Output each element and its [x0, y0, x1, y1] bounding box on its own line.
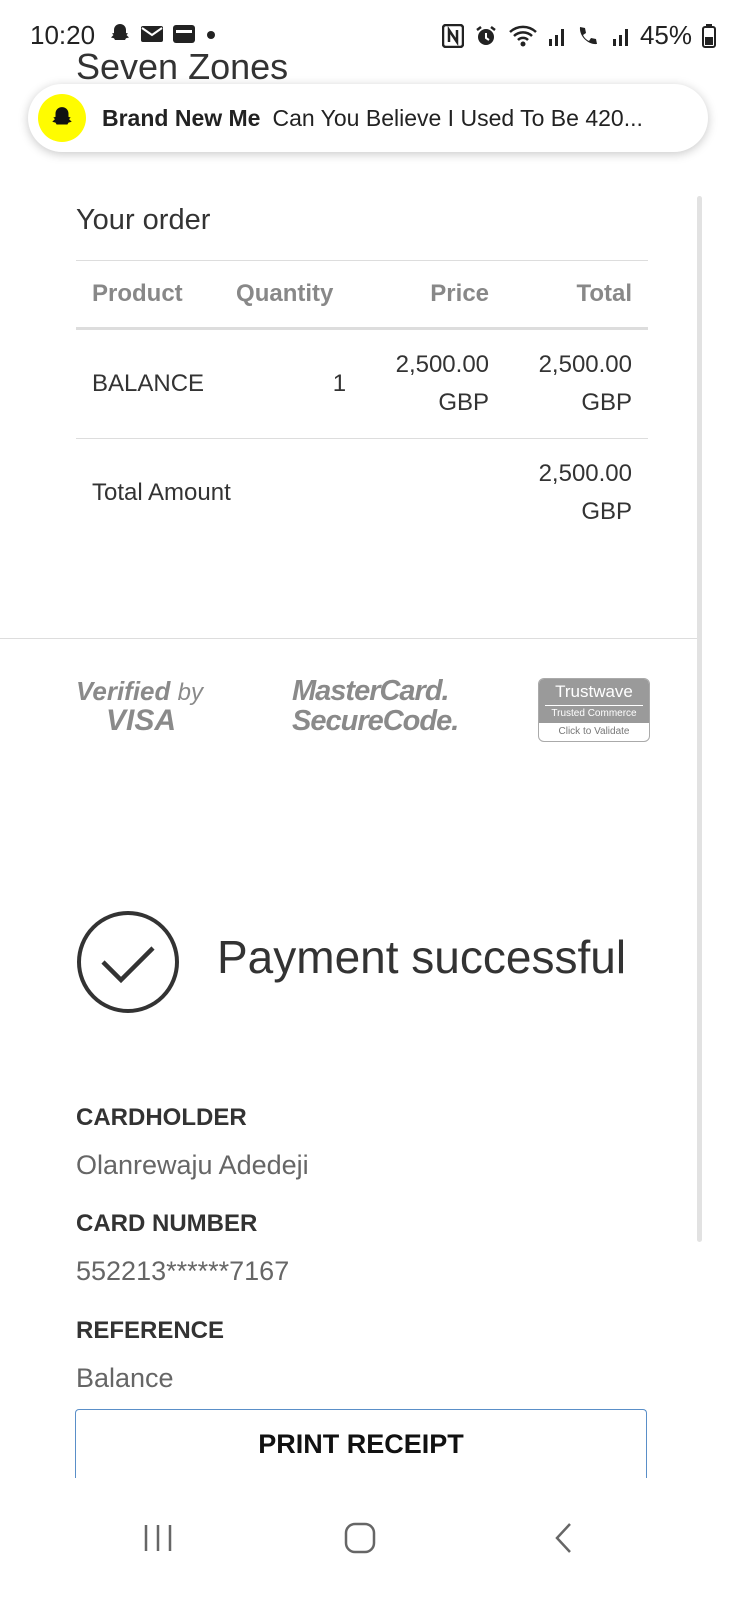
- site-title: Seven Zones: [76, 46, 289, 87]
- cardholder-value: Olanrewaju Adedeji: [76, 1150, 309, 1180]
- recents-icon[interactable]: [128, 1508, 188, 1568]
- alarm-icon: [474, 24, 498, 48]
- card-number-label: CARD NUMBER: [76, 1210, 258, 1237]
- total-amount-row: Total Amount 2,500.00 GBP: [76, 439, 648, 548]
- cardholder-label: CARDHOLDER: [76, 1104, 247, 1131]
- product-cell: BALANCE: [76, 328, 221, 439]
- print-receipt-button[interactable]: PRINT RECEIPT: [75, 1409, 647, 1489]
- total-amount-value: 2,500.00 GBP: [538, 460, 632, 525]
- column-header-product: Product: [76, 260, 221, 330]
- nfc-icon: [441, 23, 464, 48]
- order-heading: Your order: [76, 204, 211, 236]
- call-signal-icon: [576, 24, 602, 48]
- dot-icon: [204, 27, 218, 41]
- mail-icon: [140, 24, 164, 44]
- mastercard-securecode-logo: MasterCard. SecureCode.: [292, 675, 459, 737]
- battery-icon: [702, 23, 716, 48]
- total-amount-label: Total Amount: [92, 479, 231, 506]
- reference-label: REFERENCE: [76, 1317, 225, 1344]
- wifi-icon: [508, 24, 538, 48]
- home-icon[interactable]: [330, 1508, 390, 1568]
- reference-value: Balance: [76, 1363, 174, 1393]
- wallet-icon: [172, 23, 196, 45]
- total-cell: 2,500.00 GBP: [505, 328, 648, 439]
- signal-icon: [612, 25, 630, 47]
- order-table: Product Quantity Price Total BALANCE 1 2…: [76, 260, 648, 547]
- trustwave-name: Trustwave: [555, 682, 633, 701]
- notification-text: Can You Believe I Used To Be 420...: [272, 104, 643, 131]
- payment-status: Payment successful: [217, 931, 627, 983]
- column-header-total: Total: [505, 260, 648, 330]
- notification-title: Brand New Me: [102, 104, 261, 131]
- trustwave-subtitle: Trusted Commerce: [545, 705, 643, 719]
- trustwave-seal[interactable]: Trustwave Trusted Commerce Click to Vali…: [538, 678, 650, 742]
- table-row: BALANCE 1 2,500.00 GBP 2,500.00 GBP: [76, 328, 648, 439]
- price-cell: 2,500.00 GBP: [362, 328, 506, 439]
- back-icon[interactable]: [534, 1508, 594, 1568]
- snapchat-app-icon: [38, 94, 86, 142]
- heads-up-notification[interactable]: Brand New Me Can You Believe I Used To B…: [28, 84, 708, 152]
- navigation-bar: [0, 1478, 738, 1600]
- column-header-price: Price: [362, 260, 506, 330]
- battery-level: 45%: [639, 20, 692, 50]
- table-header-row: Product Quantity Price Total: [76, 260, 648, 330]
- signal-icon: [548, 25, 566, 47]
- section-divider: [0, 638, 697, 639]
- page-scrollbar[interactable]: [697, 196, 702, 1242]
- card-number-value: 552213******7167: [76, 1256, 290, 1286]
- column-header-quantity: Quantity: [220, 260, 363, 330]
- quantity-cell: 1: [220, 328, 363, 439]
- trustwave-validate-link[interactable]: Click to Validate: [539, 723, 649, 740]
- checkmark-circle-icon: [77, 911, 179, 1013]
- snapchat-icon: [108, 22, 132, 46]
- verified-by-visa-logo: Verified by VISA: [76, 676, 203, 737]
